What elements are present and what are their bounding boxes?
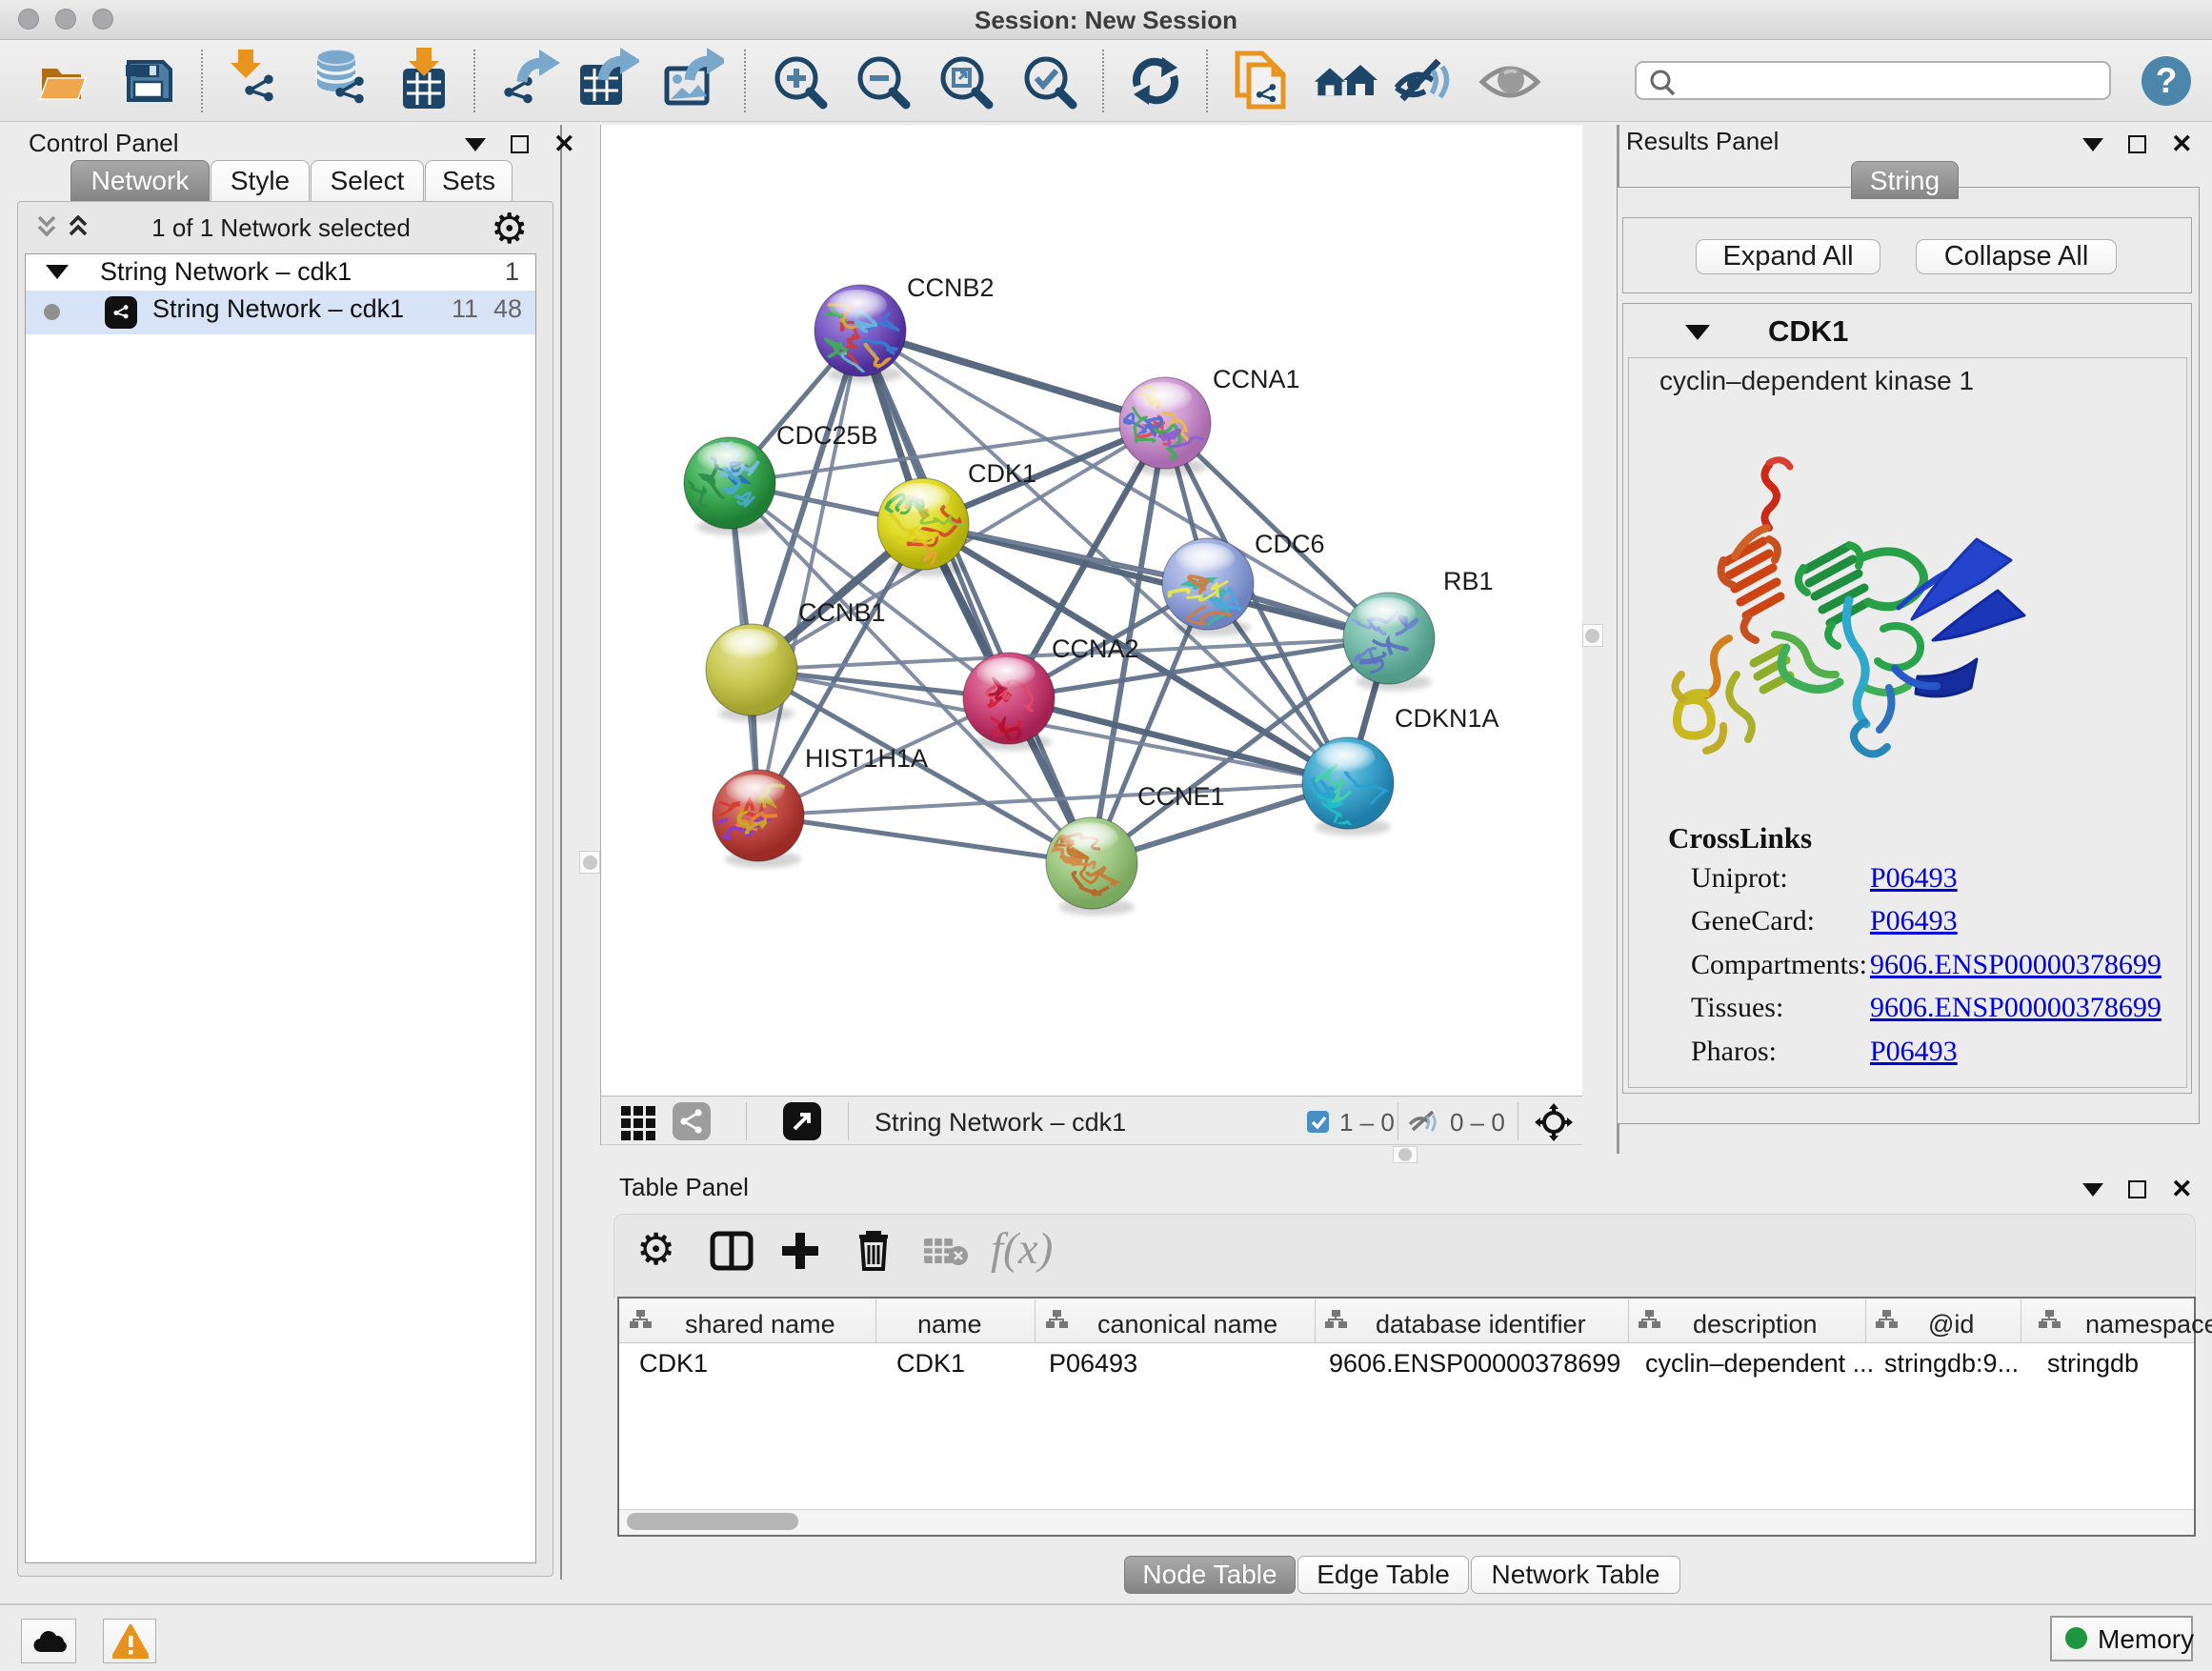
svg-text:HIST1H1A: HIST1H1A	[805, 744, 928, 773]
svg-text:CCNE1: CCNE1	[1137, 782, 1225, 811]
svg-text:CDC25B: CDC25B	[776, 421, 878, 450]
svg-text:CDKN1A: CDKN1A	[1395, 704, 1499, 733]
svg-text:CDK1: CDK1	[968, 459, 1036, 488]
svg-text:CCNB2: CCNB2	[907, 273, 995, 302]
svg-text:CCNA1: CCNA1	[1213, 365, 1300, 393]
svg-text:RB1: RB1	[1443, 567, 1494, 595]
svg-text:CCNA2: CCNA2	[1052, 634, 1139, 663]
svg-text:CDC6: CDC6	[1255, 530, 1325, 558]
svg-text:CCNB1: CCNB1	[798, 598, 886, 627]
